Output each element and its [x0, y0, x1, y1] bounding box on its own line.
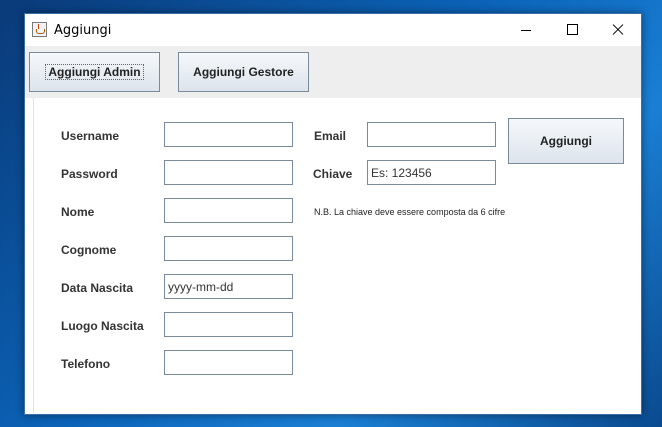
email-field[interactable] — [367, 122, 496, 147]
add-admin-label: Aggiungi Admin — [45, 64, 144, 80]
close-icon[interactable] — [595, 14, 641, 46]
app-window: Aggiungi Aggiungi Admin Aggiungi Gestore… — [24, 13, 642, 415]
maximize-icon[interactable] — [549, 14, 595, 46]
title-bar: Aggiungi — [25, 14, 641, 46]
username-label: Username — [61, 129, 120, 143]
chiave-field[interactable] — [367, 160, 496, 185]
password-label: Password — [61, 167, 118, 181]
email-label: Email — [314, 129, 347, 143]
toolbar: Aggiungi Admin Aggiungi Gestore — [25, 46, 641, 98]
username-field[interactable] — [164, 122, 293, 147]
add-button[interactable]: Aggiungi — [508, 118, 624, 164]
cognome-field[interactable] — [164, 236, 293, 261]
password-field[interactable] — [164, 160, 293, 185]
form-panel: Username Password Nome Cognome Data Nasc… — [33, 98, 641, 413]
data-nascita-label: Data Nascita — [61, 281, 134, 295]
telefono-field[interactable] — [164, 350, 293, 375]
minimize-icon[interactable] — [503, 14, 549, 46]
nome-field[interactable] — [164, 198, 293, 223]
chiave-note: N.B. La chiave deve essere composta da 6… — [314, 207, 506, 217]
add-admin-button[interactable]: Aggiungi Admin — [29, 52, 160, 92]
java-cup-icon — [32, 22, 47, 37]
add-gestore-button[interactable]: Aggiungi Gestore — [178, 52, 309, 92]
window-title: Aggiungi — [54, 23, 112, 38]
luogo-nascita-label: Luogo Nascita — [61, 319, 144, 333]
cognome-label: Cognome — [61, 243, 117, 257]
luogo-nascita-field[interactable] — [164, 312, 293, 337]
chiave-label: Chiave — [313, 167, 353, 181]
data-nascita-field[interactable] — [164, 274, 293, 299]
nome-label: Nome — [61, 205, 95, 219]
telefono-label: Telefono — [61, 357, 111, 371]
